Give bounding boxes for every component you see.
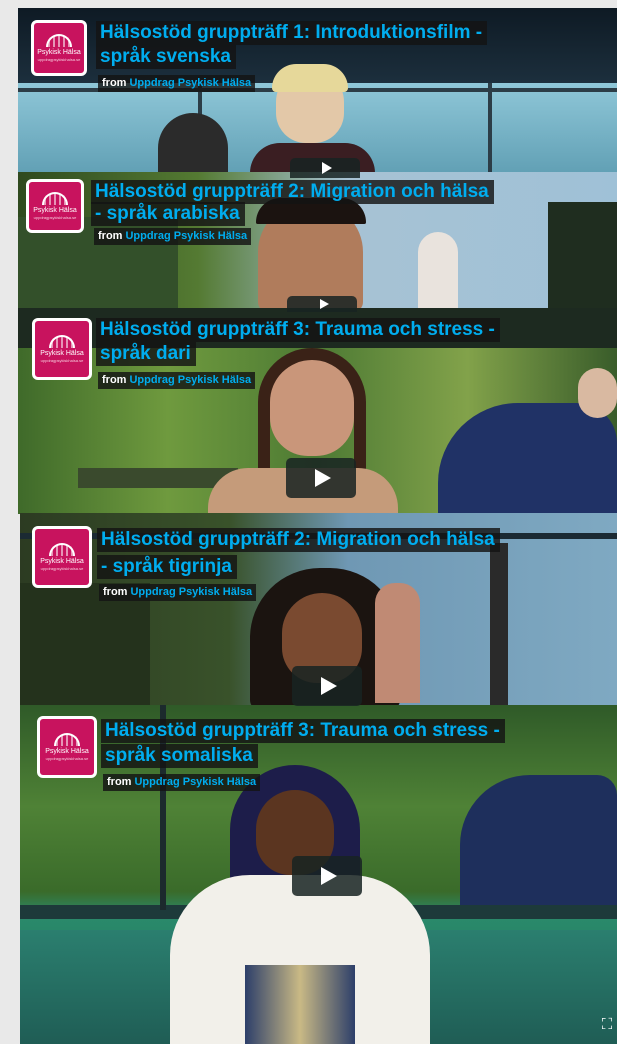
channel-logo-4[interactable]: Psykisk Hälsa uppdragpsykiskhalsa.se bbox=[32, 526, 92, 588]
channel-link-4[interactable]: Uppdrag Psykisk Hälsa bbox=[130, 586, 252, 598]
channel-link-2[interactable]: Uppdrag Psykisk Hälsa bbox=[125, 230, 247, 242]
byline-from: from bbox=[103, 586, 128, 598]
byline-5: from Uppdrag Psykisk Hälsa bbox=[103, 774, 261, 791]
video-title-1-line-2[interactable]: språk svenska bbox=[96, 45, 236, 69]
video-title-3-line-2[interactable]: språk dari bbox=[96, 342, 196, 366]
logo-text: Psykisk Hälsa bbox=[40, 350, 84, 357]
play-button-5[interactable] bbox=[292, 856, 362, 896]
channel-logo-2[interactable]: Psykisk Hälsa uppdragpsykiskhalsa.se bbox=[26, 179, 84, 233]
play-icon bbox=[319, 299, 329, 309]
channel-link-5[interactable]: Uppdrag Psykisk Hälsa bbox=[134, 776, 256, 788]
logo-text: Psykisk Hälsa bbox=[37, 49, 81, 56]
video-title-5-line-1[interactable]: Hälsostöd gruppträff 3: Trauma och stres… bbox=[101, 719, 505, 743]
byline-2: from Uppdrag Psykisk Hälsa bbox=[94, 228, 252, 245]
play-button-2[interactable] bbox=[287, 296, 357, 312]
play-button-1[interactable] bbox=[290, 158, 360, 178]
play-icon bbox=[315, 469, 331, 487]
logo-arc-icon bbox=[49, 335, 75, 348]
play-icon bbox=[321, 677, 337, 695]
channel-link-1[interactable]: Uppdrag Psykisk Hälsa bbox=[129, 77, 251, 89]
play-button-3[interactable] bbox=[286, 458, 356, 498]
video-title-5-line-2[interactable]: språk somaliska bbox=[101, 744, 258, 768]
byline-from: from bbox=[102, 374, 127, 386]
byline-1: from Uppdrag Psykisk Hälsa bbox=[98, 75, 256, 92]
byline-from: from bbox=[98, 230, 123, 242]
byline-from: from bbox=[107, 776, 132, 788]
logo-arc-icon bbox=[49, 543, 75, 556]
byline-3: from Uppdrag Psykisk Hälsa bbox=[98, 372, 256, 389]
video-title-1-line-1[interactable]: Hälsostöd gruppträff 1: Introduktionsfil… bbox=[96, 21, 488, 45]
channel-logo-1[interactable]: Psykisk Hälsa uppdragpsykiskhalsa.se bbox=[31, 20, 87, 76]
logo-arc-icon bbox=[46, 34, 72, 47]
logo-arc-icon bbox=[42, 192, 68, 205]
video-title-4-line-2[interactable]: - språk tigrinja bbox=[97, 555, 237, 579]
channel-link-3[interactable]: Uppdrag Psykisk Hälsa bbox=[129, 374, 251, 386]
video-title-4-line-1[interactable]: Hälsostöd gruppträff 2: Migration och hä… bbox=[97, 528, 500, 552]
play-icon bbox=[322, 162, 332, 174]
logo-subtext: uppdragpsykiskhalsa.se bbox=[33, 215, 77, 220]
logo-subtext: uppdragpsykiskhalsa.se bbox=[40, 358, 84, 363]
logo-text: Psykisk Hälsa bbox=[33, 207, 77, 214]
logo-text: Psykisk Hälsa bbox=[40, 558, 84, 565]
byline-from: from bbox=[102, 77, 127, 89]
video-title-2-line-2[interactable]: - språk arabiska bbox=[91, 202, 245, 226]
logo-subtext: uppdragpsykiskhalsa.se bbox=[45, 756, 89, 761]
logo-subtext: uppdragpsykiskhalsa.se bbox=[37, 57, 81, 62]
play-icon bbox=[321, 867, 337, 885]
play-button-4[interactable] bbox=[292, 666, 362, 706]
logo-arc-icon bbox=[54, 733, 80, 746]
channel-logo-3[interactable]: Psykisk Hälsa uppdragpsykiskhalsa.se bbox=[32, 318, 92, 380]
channel-logo-5[interactable]: Psykisk Hälsa uppdragpsykiskhalsa.se bbox=[37, 716, 97, 778]
logo-subtext: uppdragpsykiskhalsa.se bbox=[40, 566, 84, 571]
logo-text: Psykisk Hälsa bbox=[45, 748, 89, 755]
byline-4: from Uppdrag Psykisk Hälsa bbox=[99, 584, 257, 601]
video-title-2-line-1[interactable]: Hälsostöd gruppträff 2: Migration och hä… bbox=[91, 180, 494, 204]
video-title-3-line-1[interactable]: Hälsostöd gruppträff 3: Trauma och stres… bbox=[96, 318, 500, 342]
fullscreen-icon[interactable]: ⛶ bbox=[598, 1016, 616, 1034]
